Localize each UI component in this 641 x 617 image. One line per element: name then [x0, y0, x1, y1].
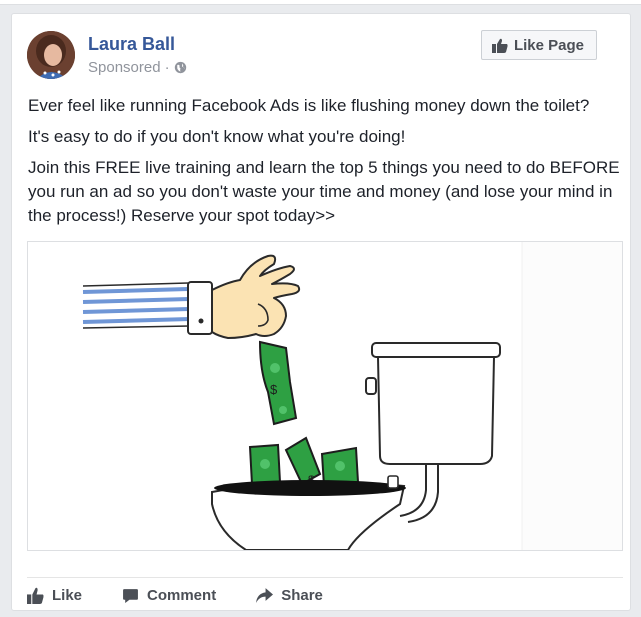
- ad-image[interactable]: $ $: [27, 241, 623, 551]
- thumbs-up-icon: [27, 587, 44, 604]
- share-icon: [256, 587, 274, 603]
- like-page-label: Like Page: [513, 36, 584, 54]
- post-paragraph: It's easy to do if you don't know what y…: [28, 127, 406, 146]
- comment-button[interactable]: Comment: [122, 587, 216, 604]
- share-label: Share: [281, 586, 323, 604]
- thumbs-up-icon: [491, 38, 508, 53]
- money-in-toilet: $: [248, 436, 360, 488]
- sponsored-post-card: Laura Ball Sponsored · Like Page Ever fe…: [11, 13, 631, 611]
- like-page-button[interactable]: Like Page: [480, 30, 597, 60]
- feed-top-strip: [0, 0, 641, 5]
- like-label: Like: [52, 586, 83, 604]
- falling-money: $: [258, 340, 298, 426]
- author-avatar[interactable]: [27, 31, 75, 79]
- meta-separator: ·: [164, 59, 170, 76]
- post-actions-bar: Like Comment Share: [27, 580, 363, 610]
- like-button[interactable]: Like: [27, 587, 82, 604]
- svg-text:$: $: [270, 382, 278, 397]
- globe-icon: [174, 61, 186, 74]
- share-button[interactable]: Share: [256, 587, 323, 604]
- author-name[interactable]: Laura Ball: [88, 34, 175, 55]
- actions-divider: [27, 577, 623, 578]
- post-body: Ever feel like running Facebook Ads is l…: [28, 94, 624, 235]
- sleeve: [82, 281, 213, 335]
- sponsored-label[interactable]: Sponsored: [88, 59, 161, 76]
- post-paragraph: Join this FREE live training and learn t…: [28, 158, 620, 225]
- money-toilet-illustration: $ $: [82, 242, 622, 550]
- hand: [211, 254, 301, 339]
- comment-icon: [123, 588, 138, 603]
- post-paragraph: Ever feel like running Facebook Ads is l…: [28, 96, 590, 115]
- comment-label: Comment: [147, 586, 217, 604]
- post-meta: Sponsored ·: [88, 59, 187, 76]
